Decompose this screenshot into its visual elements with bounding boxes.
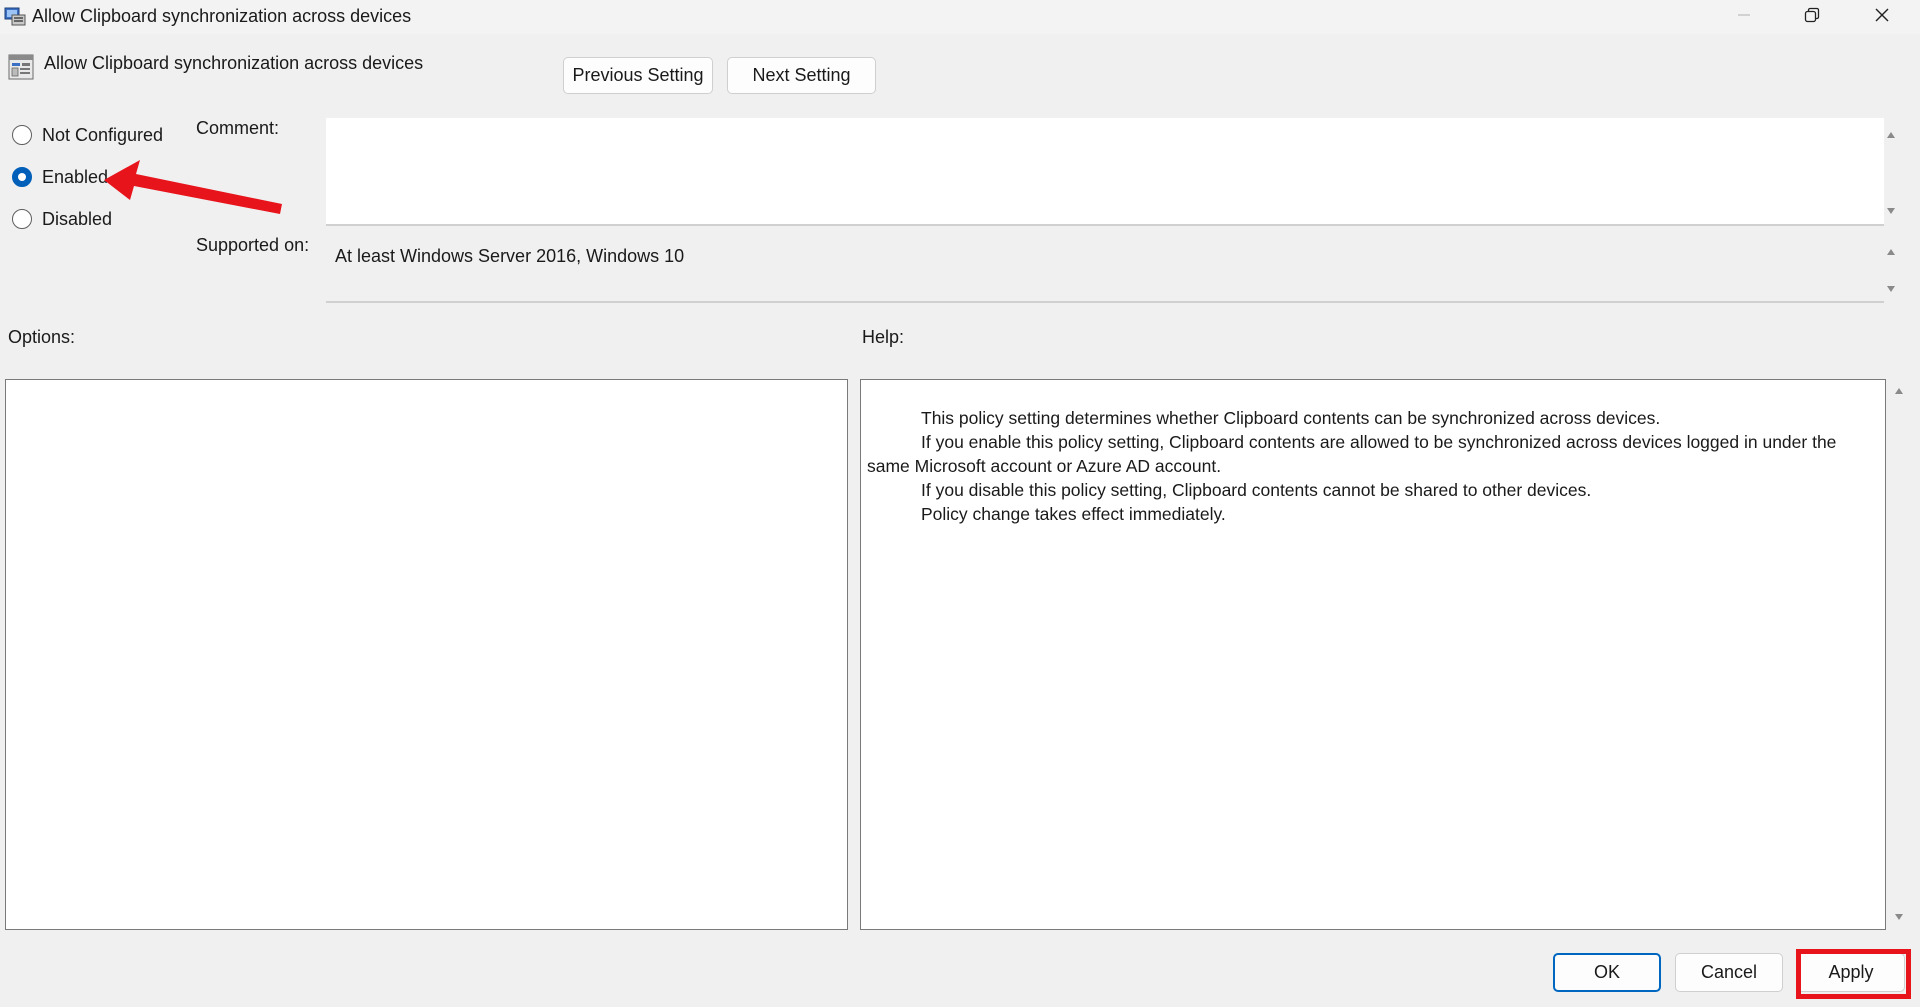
radio-button-enabled[interactable]	[12, 167, 32, 187]
options-label: Options:	[8, 327, 76, 347]
close-icon	[1874, 7, 1890, 28]
help-text-line: Policy change takes effect immediately.	[921, 504, 1226, 524]
scroll-up-arrow-icon[interactable]	[1882, 128, 1900, 142]
help-text-line: If you enable this policy setting, Clipb…	[921, 432, 1837, 452]
radio-button-not-configured[interactable]	[12, 125, 32, 145]
previous-setting-button[interactable]: Previous Setting	[563, 57, 713, 94]
radio-disabled[interactable]: Disabled	[12, 206, 112, 232]
restore-icon	[1804, 7, 1820, 28]
restore-button[interactable]	[1782, 0, 1842, 34]
ok-button[interactable]: OK	[1553, 953, 1661, 992]
setting-name: Allow Clipboard synchronization across d…	[44, 53, 424, 73]
minimize-button[interactable]	[1714, 0, 1774, 34]
minimize-icon	[1737, 8, 1751, 27]
radio-label: Enabled	[42, 166, 109, 187]
group-policy-app-icon	[4, 6, 26, 26]
help-text-line: same Microsoft account or Azure AD accou…	[867, 456, 1222, 476]
help-text-line: This policy setting determines whether C…	[921, 408, 1661, 428]
scroll-down-arrow-icon[interactable]	[1882, 204, 1900, 218]
apply-button[interactable]: Apply	[1797, 953, 1905, 992]
help-text-line: If you disable this policy setting, Clip…	[921, 480, 1592, 500]
close-button[interactable]	[1852, 0, 1912, 34]
supported-on-label: Supported on:	[196, 235, 310, 255]
red-arrow-annotation	[100, 158, 290, 220]
scroll-up-arrow-icon[interactable]	[1890, 384, 1908, 398]
radio-button-disabled[interactable]	[12, 209, 32, 229]
policy-setting-icon	[8, 54, 34, 80]
supported-on-value: At least Windows Server 2016, Windows 10	[335, 246, 685, 266]
comment-textarea[interactable]	[326, 118, 1884, 226]
scroll-down-arrow-icon[interactable]	[1882, 282, 1900, 296]
radio-not-configured[interactable]: Not Configured	[12, 122, 163, 148]
radio-label: Not Configured	[42, 124, 164, 145]
help-panel: This policy setting determines whether C…	[860, 379, 1886, 930]
window-title: Allow Clipboard synchronization across d…	[32, 6, 412, 26]
scroll-down-arrow-icon[interactable]	[1890, 910, 1908, 924]
cancel-button[interactable]: Cancel	[1675, 953, 1783, 992]
radio-enabled[interactable]: Enabled	[12, 164, 108, 190]
scroll-up-arrow-icon[interactable]	[1882, 245, 1900, 259]
options-panel	[5, 379, 848, 930]
next-setting-button[interactable]: Next Setting	[727, 57, 876, 94]
help-label: Help:	[862, 327, 905, 347]
comment-label: Comment:	[196, 118, 280, 138]
